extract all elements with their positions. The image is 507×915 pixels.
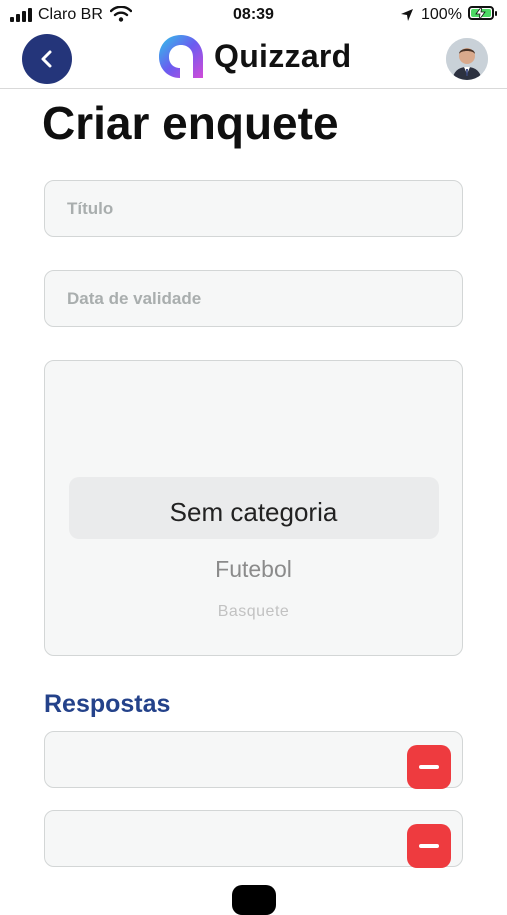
validity-date-input[interactable] [45, 271, 462, 326]
remove-answer-button[interactable] [407, 824, 451, 868]
chevron-left-icon [41, 50, 52, 68]
answer-field [44, 810, 463, 868]
picker-option[interactable]: Futebol [45, 556, 462, 583]
location-icon [401, 9, 413, 21]
avatar-image [446, 38, 488, 80]
page-title: Criar enquete [42, 97, 339, 149]
quizzard-logo-icon [159, 35, 203, 78]
answer-input[interactable] [45, 732, 411, 787]
answer-input[interactable] [45, 811, 411, 866]
answer-field [44, 731, 463, 789]
title-input[interactable] [45, 181, 462, 236]
minus-icon [419, 844, 439, 848]
user-avatar[interactable] [446, 38, 488, 80]
minus-icon [419, 765, 439, 769]
status-bar: Claro BR 08:39 100% [0, 0, 507, 30]
app-header: Quizzard [0, 30, 507, 89]
validity-date-field [44, 270, 463, 327]
app-name: Quizzard [214, 38, 352, 74]
picker-option-selected[interactable]: Sem categoria [45, 497, 462, 528]
battery-cap [495, 11, 497, 16]
back-button[interactable] [22, 34, 72, 84]
charging-bolt-icon [475, 6, 486, 20]
title-field [44, 180, 463, 237]
remove-answer-button[interactable] [407, 745, 451, 789]
picker-option[interactable]: Basquete [45, 603, 462, 621]
category-picker[interactable]: Sem categoria Futebol Basquete [44, 360, 463, 656]
partially-visible-element [232, 885, 276, 915]
answers-section-label: Respostas [44, 690, 171, 718]
battery-percent: 100% [421, 6, 462, 23]
